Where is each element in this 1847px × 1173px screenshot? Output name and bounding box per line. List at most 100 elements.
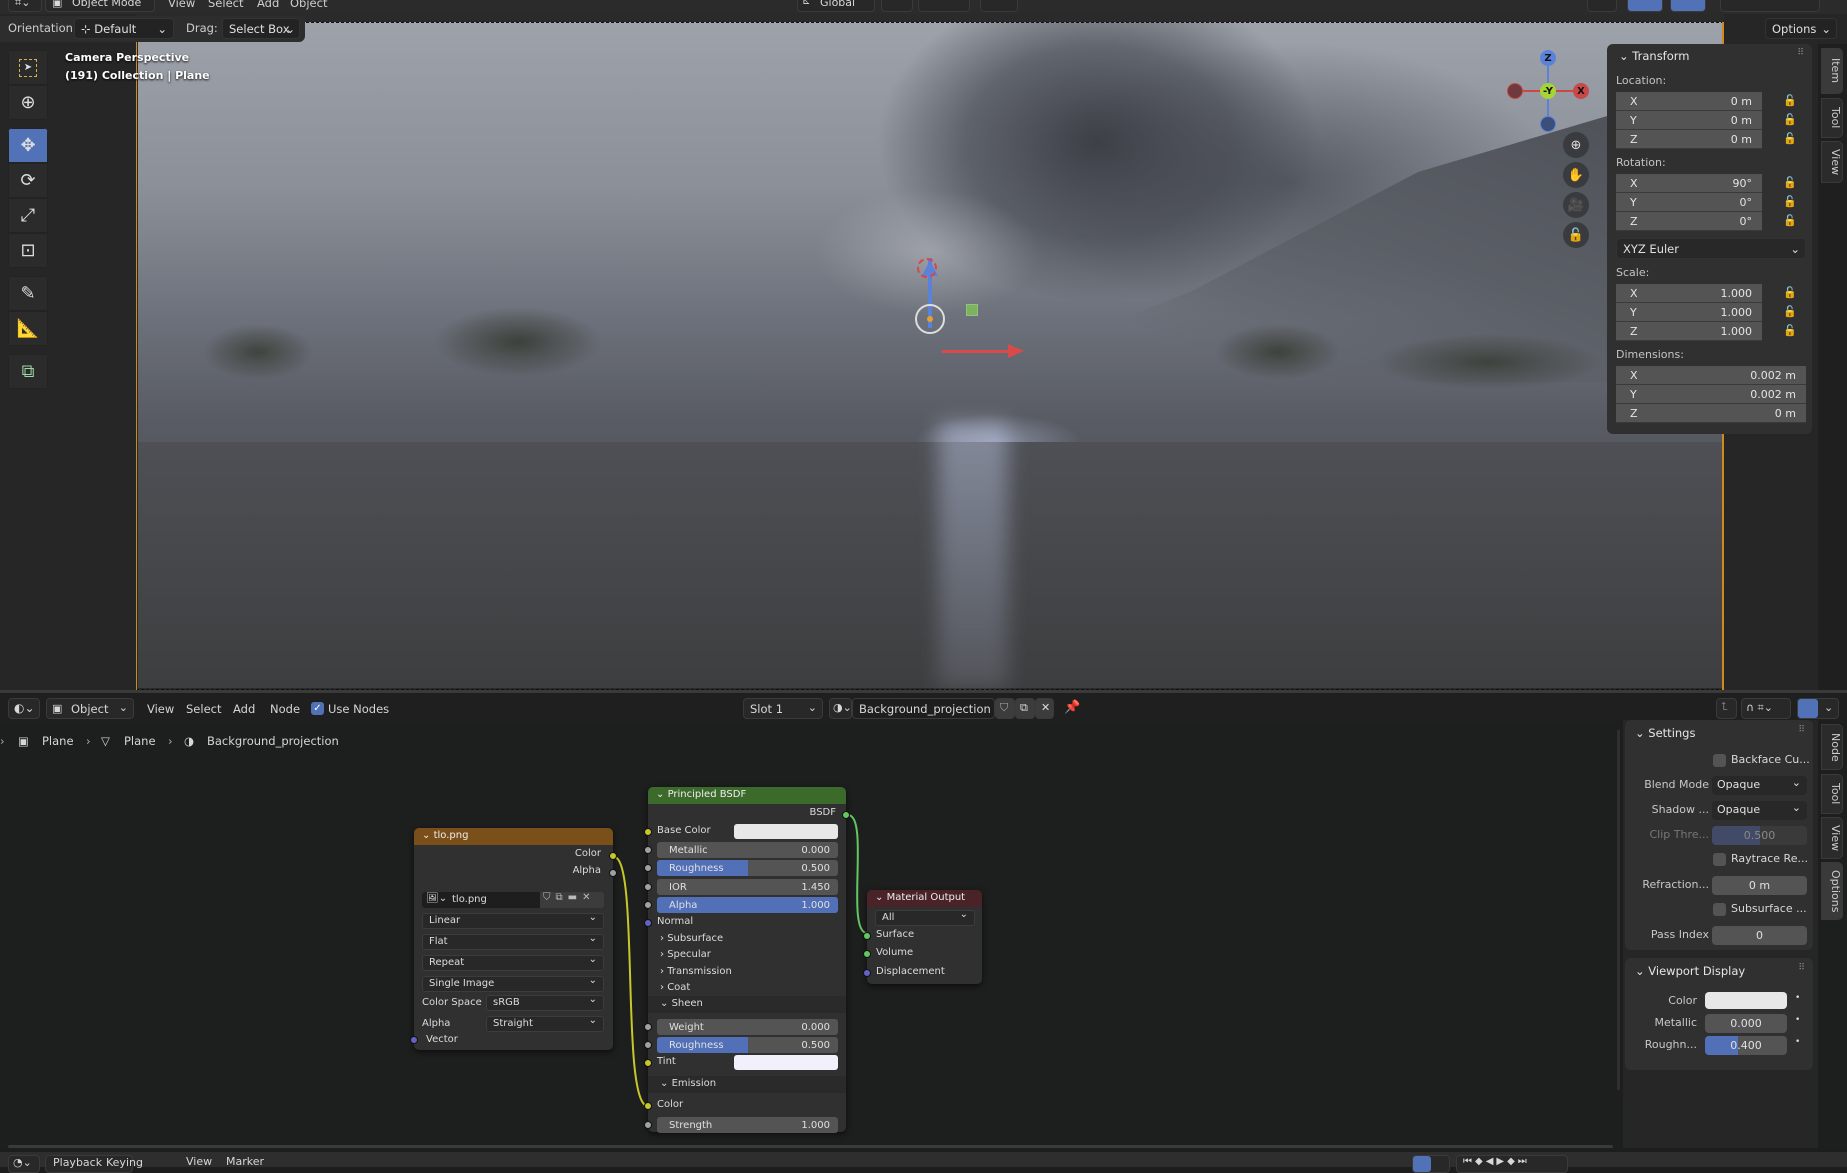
- drag-handle-icon[interactable]: ⠿: [1797, 48, 1804, 58]
- base-color-swatch[interactable]: [734, 824, 838, 839]
- lock-location-z-icon[interactable]: 🔓: [1783, 132, 1797, 145]
- snap-toggle[interactable]: [918, 0, 970, 12]
- vd-metallic-field[interactable]: 0.000: [1705, 1014, 1787, 1033]
- lock-rotation-z-icon[interactable]: 🔓: [1783, 214, 1797, 227]
- shadow-mode-dropdown[interactable]: Opaque: [1712, 801, 1807, 820]
- coat-panel-toggle[interactable]: › Coat: [660, 982, 690, 993]
- raytrace-refraction-checkbox[interactable]: [1713, 853, 1726, 866]
- menu-view[interactable]: View: [186, 1155, 212, 1168]
- mode-dropdown[interactable]: ▣ Object Mode: [45, 0, 155, 12]
- image-actions[interactable]: ⛉⧉▬✕: [540, 892, 604, 908]
- drag-handle-icon[interactable]: ⠿: [1798, 725, 1805, 735]
- add-cube-tool[interactable]: ⧉: [8, 354, 48, 389]
- measure-tool[interactable]: 📐: [8, 311, 48, 346]
- input-sheen-roughness-socket[interactable]: [644, 1041, 652, 1049]
- tab-view[interactable]: View: [1821, 141, 1843, 183]
- transform-tool[interactable]: ⊡: [8, 233, 48, 268]
- 3d-viewport[interactable]: Orientation: ⊹ Default ⌄ Drag: Select Box…: [0, 14, 1847, 690]
- animate-property-icon[interactable]: •: [1795, 1037, 1800, 1047]
- location-x-field[interactable]: X0 m: [1616, 92, 1762, 111]
- extension-dropdown[interactable]: Repeat: [422, 954, 604, 971]
- ior-slider[interactable]: IOR 1.450: [657, 879, 838, 895]
- lock-rotation-y-icon[interactable]: 🔓: [1783, 195, 1797, 208]
- tab-node[interactable]: Node: [1821, 724, 1843, 770]
- gizmo-z[interactable]: Z: [1540, 50, 1556, 66]
- snap-toggle[interactable]: ∩ ⌗⌄: [1741, 698, 1791, 719]
- overlay-toggle[interactable]: [1627, 0, 1663, 12]
- specular-panel-toggle[interactable]: › Specular: [660, 949, 711, 960]
- alpha-mode-dropdown[interactable]: Straight: [486, 1015, 604, 1032]
- playback-controls[interactable]: ⏮◆◀▶◆⏭: [1456, 1155, 1568, 1173]
- pan-view-button[interactable]: ✋: [1563, 162, 1589, 188]
- tint-swatch[interactable]: [734, 1055, 838, 1070]
- input-displacement-socket[interactable]: [863, 969, 871, 977]
- transform-orientation-dropdown[interactable]: ⊾ Global: [797, 0, 875, 12]
- camera-view-button[interactable]: 🎥: [1563, 192, 1589, 218]
- input-metallic-socket[interactable]: [644, 846, 652, 854]
- lock-camera-button[interactable]: 🔓: [1563, 222, 1589, 248]
- material-output-node[interactable]: ⌄ Material Output All Surface Volume Dis…: [863, 890, 982, 984]
- input-emission-strength-socket[interactable]: [644, 1121, 652, 1129]
- cursor-tool[interactable]: ⊕: [8, 85, 48, 120]
- color-space-dropdown[interactable]: sRGB: [486, 994, 604, 1011]
- editor-type-button[interactable]: ⌗⌄: [8, 0, 42, 12]
- dimensions-z-field[interactable]: Z0 m: [1616, 404, 1806, 423]
- xz-plane-handle[interactable]: [966, 304, 978, 316]
- tab-view[interactable]: View: [1821, 817, 1843, 859]
- input-normal-socket[interactable]: [644, 919, 652, 927]
- backface-culling-checkbox[interactable]: [1713, 754, 1726, 767]
- scale-x-field[interactable]: X 1.000: [1616, 284, 1762, 303]
- menu-object[interactable]: Object: [290, 0, 327, 10]
- tab-options[interactable]: Options: [1821, 862, 1843, 920]
- subsurface-translucency-checkbox[interactable]: [1713, 903, 1726, 916]
- horizontal-scrollbar[interactable]: [8, 1145, 1613, 1148]
- bsdf-node-header[interactable]: ⌄ Principled BSDF: [648, 787, 846, 804]
- tab-tool[interactable]: Tool: [1821, 98, 1843, 138]
- input-ior-socket[interactable]: [644, 883, 652, 891]
- emission-panel-header[interactable]: ⌄ Emission: [648, 1076, 846, 1093]
- menu-marker[interactable]: Marker: [226, 1155, 264, 1168]
- rotation-x-field[interactable]: X 90°: [1616, 174, 1762, 193]
- gizmo-neg-z[interactable]: [1540, 116, 1556, 132]
- output-bsdf-socket[interactable]: [842, 811, 850, 819]
- settings-panel-header[interactable]: ⌄ Settings: [1635, 726, 1695, 740]
- vd-color-swatch[interactable]: [1705, 992, 1787, 1009]
- rotation-y-field[interactable]: Y 0°: [1616, 193, 1762, 212]
- gizmo-neg-y[interactable]: -Y: [1540, 83, 1556, 99]
- shader-editor[interactable]: ◐⌄ ▣ Object ⌄ View Select Add Node ✓ Use…: [0, 690, 1847, 1150]
- lock-location-y-icon[interactable]: 🔓: [1783, 113, 1797, 126]
- vertical-scrollbar[interactable]: [1617, 730, 1620, 1090]
- input-base-color-socket[interactable]: [644, 828, 652, 836]
- input-vector-socket[interactable]: [410, 1036, 418, 1044]
- input-emission-color-socket[interactable]: [644, 1102, 652, 1110]
- tab-tool[interactable]: Tool: [1821, 774, 1843, 814]
- projection-dropdown[interactable]: Flat: [422, 933, 604, 950]
- input-sheen-tint-socket[interactable]: [644, 1059, 652, 1067]
- auto-keying-toggle[interactable]: [1412, 1155, 1450, 1173]
- shading-mode-buttons[interactable]: [1720, 0, 1820, 12]
- lock-location-x-icon[interactable]: 🔓: [1783, 94, 1797, 107]
- menu-keying[interactable]: Keying: [106, 1156, 143, 1169]
- alpha-slider[interactable]: Alpha 1.000: [657, 897, 838, 913]
- options-dropdown[interactable]: Options ⌄: [1765, 18, 1837, 39]
- overlay-dropdown[interactable]: ⌄: [1797, 698, 1839, 719]
- viewport-display-header[interactable]: ⌄ Viewport Display: [1635, 964, 1745, 978]
- lock-scale-z-icon[interactable]: 🔓: [1783, 324, 1797, 337]
- parent-node-tree-button[interactable]: ⮤: [1716, 698, 1737, 719]
- menu-view[interactable]: View: [168, 0, 195, 10]
- location-y-field[interactable]: Y0 m: [1616, 111, 1762, 130]
- lock-rotation-x-icon[interactable]: 🔓: [1783, 176, 1797, 189]
- image-texture-node[interactable]: ⌄ tlo.png Color Alpha 🖼⌄ tlo.png ⛉⧉▬✕ Li…: [410, 828, 617, 1050]
- scale-z-field[interactable]: Z 1.000: [1616, 322, 1762, 341]
- lock-scale-x-icon[interactable]: 🔓: [1783, 286, 1797, 299]
- move-tool[interactable]: ✥: [8, 128, 48, 163]
- x-axis-arrow[interactable]: [942, 350, 1012, 353]
- pass-index-field[interactable]: 0: [1712, 926, 1807, 945]
- x-arrow-head[interactable]: [1008, 344, 1024, 358]
- subsurface-panel-toggle[interactable]: › Subsurface: [660, 933, 723, 944]
- image-browse-icon[interactable]: 🖼⌄: [426, 893, 447, 904]
- sheen-weight-slider[interactable]: Weight 0.000: [657, 1019, 838, 1035]
- image-selector[interactable]: 🖼⌄ tlo.png ⛉⧉▬✕: [422, 892, 604, 908]
- image-node-header[interactable]: ⌄ tlo.png: [414, 828, 613, 845]
- output-alpha-socket[interactable]: [609, 869, 617, 877]
